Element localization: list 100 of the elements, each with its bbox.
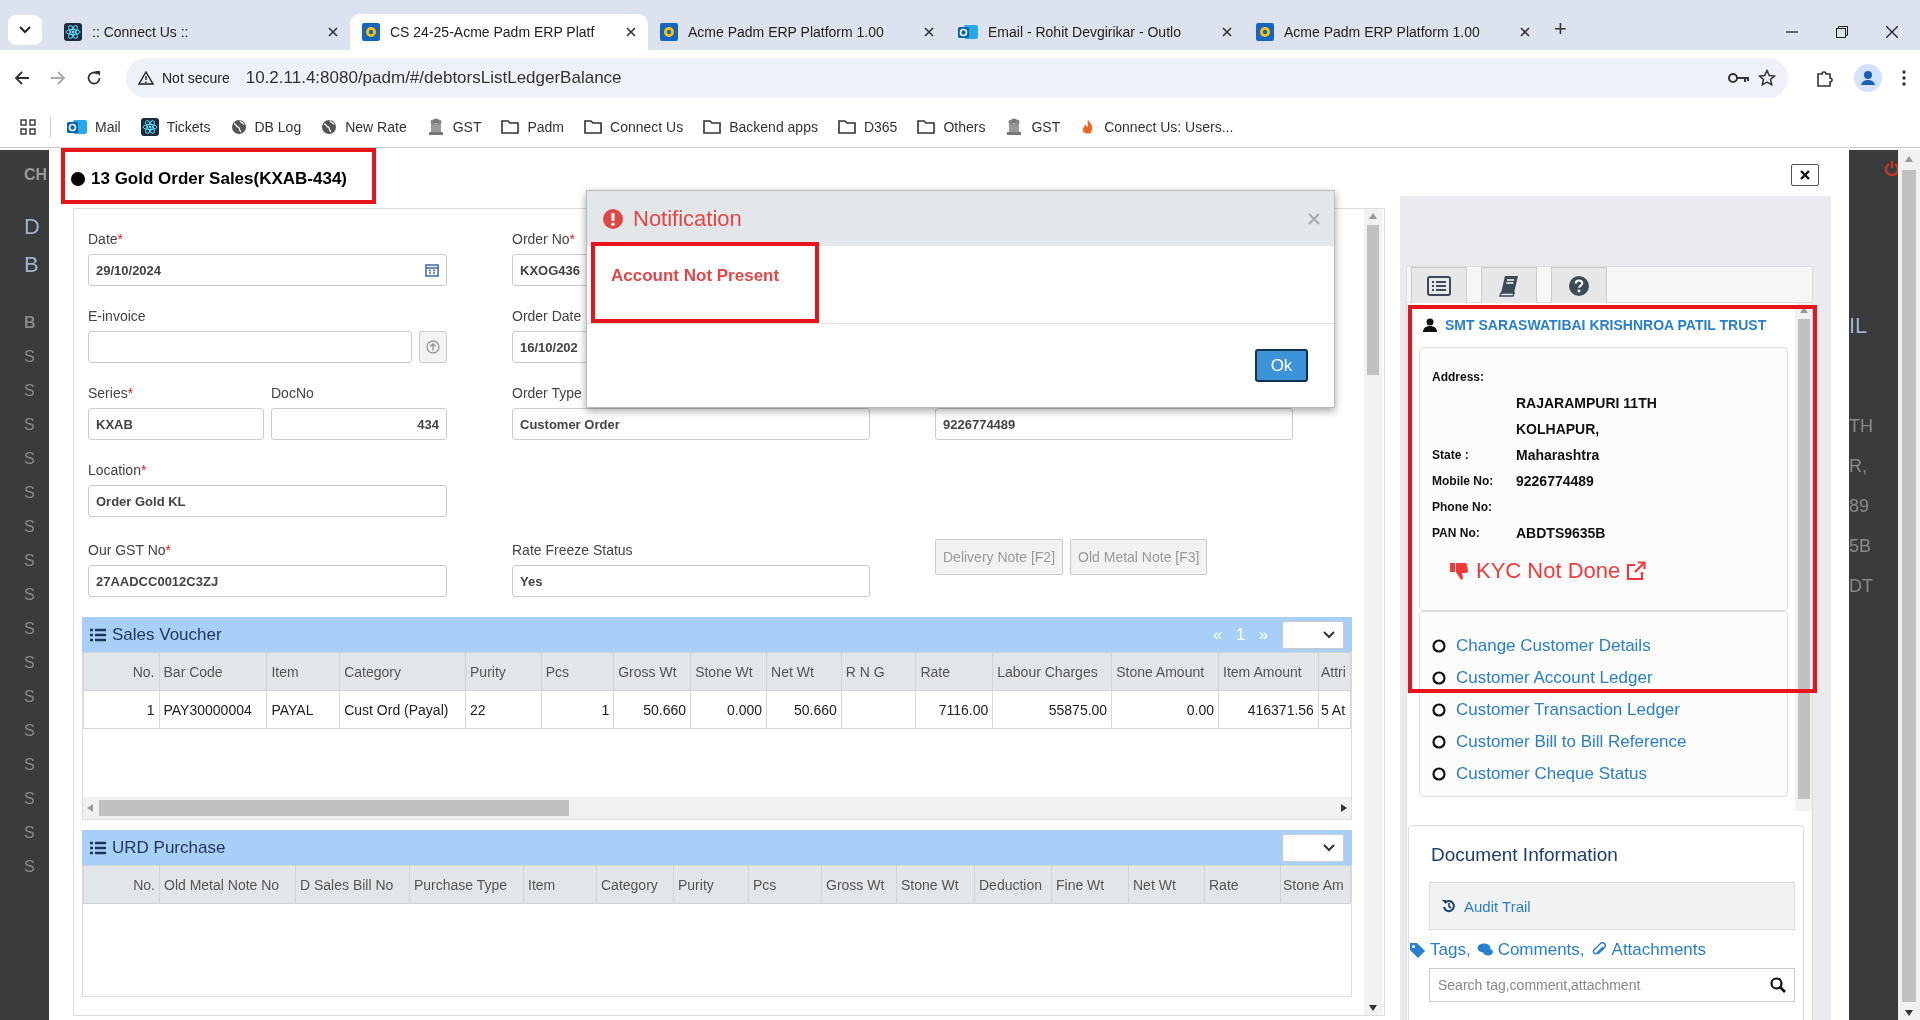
horizontal-scrollbar[interactable] <box>83 797 1351 819</box>
close-icon[interactable] <box>626 27 636 37</box>
column-header[interactable]: Item <box>523 865 597 904</box>
panel-tab[interactable] <box>1481 267 1537 303</box>
document-link[interactable]: Attachments <box>1590 940 1707 960</box>
close-icon[interactable] <box>1520 27 1530 37</box>
document-link[interactable]: Tags, <box>1409 940 1471 960</box>
page-scrollbar[interactable] <box>1898 150 1920 1020</box>
customer-link[interactable]: Change Customer Details <box>1456 636 1651 656</box>
scrollbar-thumb[interactable] <box>1797 319 1810 799</box>
calendar-icon[interactable] <box>425 263 439 277</box>
column-header[interactable]: Stone Am <box>1280 865 1351 904</box>
bookmark[interactable]: Tickets <box>140 117 211 136</box>
bookmark[interactable]: Padm <box>501 118 565 135</box>
customer-name[interactable]: SMT SARASWATIBAI KRISHNROA PATIL TRUST <box>1445 317 1767 333</box>
panel-tab[interactable] <box>1411 267 1467 303</box>
audit-trail-link[interactable]: Audit Trail <box>1464 897 1531 915</box>
restore-icon[interactable] <box>1836 26 1848 38</box>
column-header[interactable]: Category <box>596 865 674 904</box>
bookmark[interactable]: GST <box>1005 117 1061 136</box>
bookmark[interactable]: Backend apps <box>703 118 818 135</box>
customer-link[interactable]: Customer Account Ledger <box>1456 668 1653 688</box>
column-header[interactable]: Purity <box>465 652 542 691</box>
profile-icon[interactable] <box>1854 64 1882 92</box>
text-field[interactable]: 434 <box>271 408 447 440</box>
puzzle-icon[interactable] <box>1816 69 1834 87</box>
browser-tab[interactable]: Acme Padm ERP Platform 1.00 <box>1244 14 1542 50</box>
column-header[interactable]: Stone Wt <box>896 865 975 904</box>
close-icon[interactable] <box>1886 26 1898 38</box>
close-icon[interactable] <box>328 27 338 37</box>
text-field[interactable]: 9226774489 <box>935 408 1293 440</box>
bookmark[interactable]: Mail <box>67 117 121 136</box>
scrollbar-thumb[interactable] <box>1367 225 1379 375</box>
bookmark[interactable]: GST <box>426 117 482 136</box>
star-icon[interactable] <box>1758 69 1776 87</box>
close-icon[interactable] <box>1222 27 1232 37</box>
address-bar[interactable]: Not secure 10.2.11.4:8080/padm/#/debtorsListLedgerBalance <box>126 58 1788 98</box>
browser-tab[interactable]: Acme Padm ERP Platform 1.00 <box>648 14 946 50</box>
panel-tab[interactable] <box>1551 267 1607 303</box>
vertical-scrollbar[interactable] <box>1364 209 1382 1015</box>
new-tab-button[interactable]: + <box>1554 16 1567 42</box>
column-header[interactable]: Stone Amount <box>1111 652 1219 691</box>
column-header[interactable]: Gross Wt <box>613 652 691 691</box>
tab-search-button[interactable] <box>8 15 42 45</box>
column-header[interactable]: Net Wt <box>766 652 842 691</box>
menu-icon[interactable] <box>1902 70 1906 86</box>
bookmark[interactable]: Others <box>917 118 986 135</box>
text-field[interactable] <box>88 331 412 363</box>
column-header[interactable]: Purity <box>673 865 749 904</box>
close-button[interactable] <box>1791 164 1819 186</box>
text-field[interactable]: Customer Order <box>512 408 870 440</box>
date-field[interactable]: 29/10/2024 <box>88 254 447 286</box>
browser-tab[interactable]: Email - Rohit Devgirikar - Outlo <box>946 14 1244 50</box>
bookmark[interactable]: DB Log <box>230 118 302 135</box>
scrollbar-thumb[interactable] <box>1902 170 1916 1002</box>
browser-tab[interactable]: :: Connect Us :: <box>52 14 350 50</box>
close-icon[interactable] <box>924 27 934 37</box>
back-icon[interactable] <box>14 70 30 86</box>
customer-link[interactable]: Customer Transaction Ledger <box>1456 700 1680 720</box>
column-header[interactable]: Rate <box>1204 865 1281 904</box>
bookmark[interactable]: New Rate <box>321 118 407 135</box>
column-header[interactable]: Rate <box>915 652 993 691</box>
bookmark[interactable]: Connect Us: Users... <box>1080 118 1234 135</box>
column-header[interactable]: Item <box>266 652 340 691</box>
vertical-scrollbar[interactable] <box>1795 303 1812 811</box>
column-header[interactable]: Attri <box>1318 652 1351 691</box>
column-header[interactable]: Fine Wt <box>1051 865 1129 904</box>
column-header[interactable]: Deduction <box>974 865 1052 904</box>
column-header[interactable]: No. <box>83 652 159 691</box>
customer-link[interactable]: Customer Cheque Status <box>1456 764 1647 784</box>
text-field[interactable]: 27AADCC0012C3ZJ <box>88 565 447 597</box>
column-header[interactable]: Bar Code <box>159 652 267 691</box>
ok-button[interactable]: Ok <box>1255 349 1308 382</box>
document-link[interactable]: Comments, <box>1476 940 1585 960</box>
browser-tab[interactable]: CS 24-25-Acme Padm ERP Platf <box>350 14 648 50</box>
key-icon[interactable] <box>1728 72 1750 84</box>
scrollbar-thumb[interactable] <box>99 800 569 816</box>
column-header[interactable]: No. <box>83 865 160 904</box>
kyc-status-link[interactable]: KYC Not Done <box>1476 558 1621 584</box>
column-header[interactable]: Category <box>339 652 466 691</box>
bookmark[interactable]: D365 <box>837 118 898 135</box>
column-header[interactable]: Item Amount <box>1218 652 1319 691</box>
text-field[interactable]: KXAB <box>88 408 264 440</box>
apps-grid-icon[interactable] <box>20 118 36 135</box>
column-header[interactable]: Stone Wt <box>690 652 767 691</box>
column-header[interactable]: D Sales Bill No <box>295 865 410 904</box>
reload-icon[interactable] <box>86 70 102 86</box>
search-field[interactable]: Search tag,comment,attachment <box>1429 968 1795 1002</box>
column-header[interactable]: Gross Wt <box>821 865 897 904</box>
column-header[interactable]: Purchase Type <box>409 865 524 904</box>
customer-link[interactable]: Customer Bill to Bill Reference <box>1456 732 1687 752</box>
column-header[interactable]: Pcs <box>541 652 614 691</box>
column-header[interactable]: R N G <box>841 652 916 691</box>
column-header[interactable]: Net Wt <box>1128 865 1205 904</box>
column-header[interactable]: Old Metal Note No <box>159 865 296 904</box>
column-header[interactable]: Pcs <box>748 865 822 904</box>
column-header[interactable]: Labour Charges <box>992 652 1112 691</box>
text-field[interactable]: Yes <box>512 565 870 597</box>
text-field[interactable]: Order Gold KL <box>88 485 447 517</box>
bookmark[interactable]: Connect Us <box>584 118 684 135</box>
